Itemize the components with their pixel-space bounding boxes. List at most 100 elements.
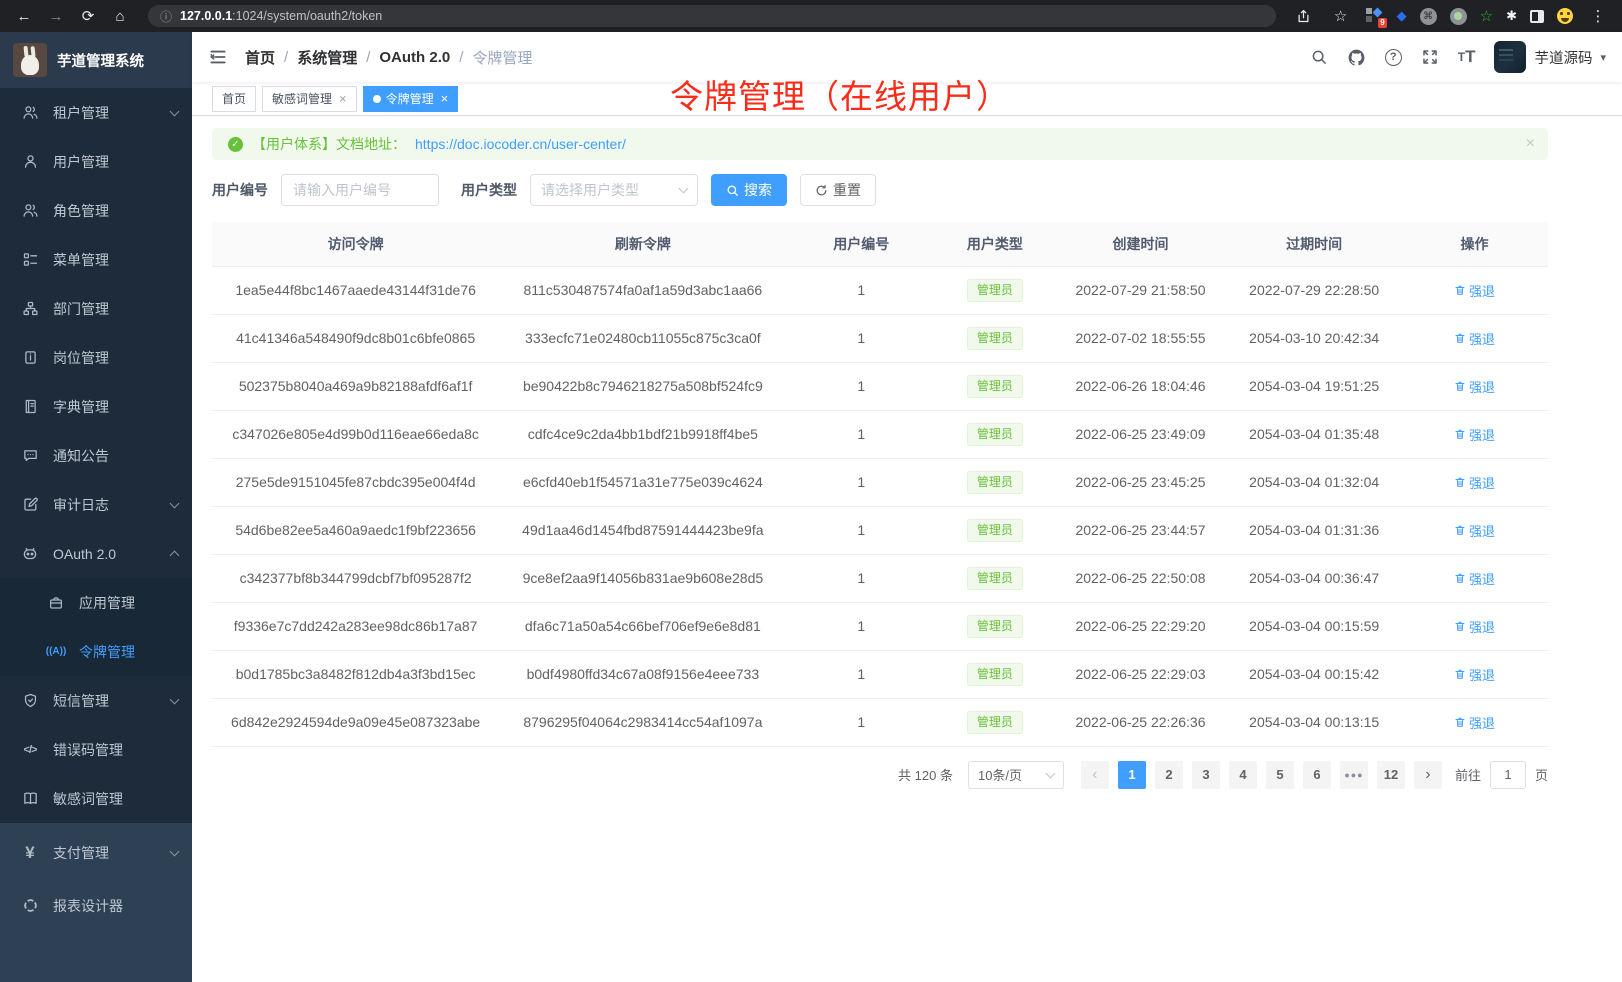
browser-menu-icon[interactable]: ⋮ (1586, 4, 1610, 28)
table-row: 41c41346a548490f9dc8b01c6bfe0865333ecfc7… (212, 314, 1548, 362)
force-logout-button[interactable]: 强退 (1454, 473, 1495, 492)
bookmark-star-icon[interactable]: ☆ (1329, 4, 1353, 28)
sidebar-item-payment[interactable]: ¥ 支付管理 (0, 826, 192, 879)
force-logout-button[interactable]: 强退 (1454, 713, 1495, 732)
reload-icon[interactable]: ⟳ (76, 4, 100, 28)
sidebar-item-user[interactable]: 用户管理 (0, 137, 192, 186)
command-extension-icon[interactable]: ⌘ (1420, 8, 1437, 25)
pager-page-button-5[interactable]: 5 (1266, 761, 1294, 789)
force-logout-button[interactable]: 强退 (1454, 329, 1495, 348)
font-size-icon[interactable]: TT (1458, 47, 1476, 67)
force-logout-button[interactable]: 强退 (1454, 521, 1495, 540)
edit-log-icon (20, 496, 40, 513)
sidebar-item-label: 租户管理 (53, 103, 109, 123)
sidebar-item-notice[interactable]: 通知公告 (0, 431, 192, 480)
user-id-cell: 1 (786, 698, 936, 746)
action-cell: 强退 (1401, 458, 1548, 506)
pager-prev-button[interactable]: ‹ (1081, 761, 1109, 789)
sidebar-item-tenant[interactable]: 租户管理 (0, 88, 192, 137)
user-type-cell: 管理员 (936, 554, 1054, 602)
tag-token-management[interactable]: 令牌管理 × (363, 86, 459, 112)
home-icon[interactable]: ⌂ (108, 4, 132, 28)
pager-next-button[interactable]: › (1414, 761, 1442, 789)
sidebar-item-sensitive-words[interactable]: 敏感词管理 (0, 774, 192, 823)
sidebar-item-dept[interactable]: 部门管理 (0, 284, 192, 333)
github-icon[interactable] (1347, 48, 1366, 67)
sidebar-item-token-management[interactable]: ((A)) 令牌管理 (0, 627, 192, 676)
extension-grid-icon[interactable]: 9 (1366, 8, 1384, 24)
robot-icon (20, 545, 40, 563)
alert-doc-link[interactable]: https://doc.iocoder.cn/user-center/ (415, 136, 626, 152)
side-panel-icon[interactable] (1530, 10, 1544, 23)
signal-icon: ((A)) (46, 646, 66, 657)
pager-page-button-4[interactable]: 4 (1229, 761, 1257, 789)
refresh-token-cell: 333ecfc71e02480cb11055c875c3ca0f (499, 314, 786, 362)
pager-page-button-3[interactable]: 3 (1192, 761, 1220, 789)
create-time-cell: 2022-07-02 18:55:55 (1054, 314, 1228, 362)
sidebar-item-post[interactable]: 岗位管理 (0, 333, 192, 382)
user-menu[interactable]: 芋道源码 ▾ (1494, 41, 1606, 73)
search-icon[interactable] (1310, 48, 1328, 66)
sidebar-item-menu[interactable]: 菜单管理 (0, 235, 192, 284)
flower-extension-icon[interactable]: ✱ (1506, 8, 1517, 24)
sidebar-item-label: 部门管理 (53, 299, 109, 319)
sidebar-item-sms[interactable]: 短信管理 (0, 676, 192, 725)
refresh-token-cell: 49d1aa46d1454fbd87591444423be9fa (499, 506, 786, 554)
breadcrumb-home[interactable]: 首页 (245, 47, 275, 68)
green-star-extension-icon[interactable]: ☆ (1480, 7, 1493, 25)
access-token-cell: 275e5de9151045fe87cbdc395e004f4d (212, 458, 499, 506)
user-type-select[interactable]: 请选择用户类型 (530, 174, 698, 206)
user-type-cell: 管理员 (936, 362, 1054, 410)
reset-button[interactable]: 重置 (800, 174, 876, 206)
create-time-cell: 2022-06-25 22:50:08 (1054, 554, 1228, 602)
user-type-cell: 管理员 (936, 650, 1054, 698)
site-info-icon[interactable]: ⓘ (160, 8, 172, 25)
force-logout-button[interactable]: 强退 (1454, 425, 1495, 444)
close-icon[interactable]: × (441, 91, 449, 106)
sidebar-item-dict[interactable]: 字典管理 (0, 382, 192, 431)
sidebar-menu: 租户管理 用户管理 角色管理 菜单管理 部门管理 (0, 88, 192, 823)
action-cell: 强退 (1401, 314, 1548, 362)
close-icon[interactable]: × (339, 91, 347, 106)
tag-home[interactable]: 首页 (212, 86, 256, 112)
pager-page-button-1[interactable]: 1 (1118, 761, 1146, 789)
search-button[interactable]: 搜索 (711, 174, 787, 206)
sidebar-item-report-designer[interactable]: 报表设计器 (0, 879, 192, 932)
pager-more-button[interactable]: ●●● (1340, 761, 1368, 789)
gem-extension-icon[interactable]: ◆ (1397, 8, 1407, 24)
chevron-down-icon (1046, 768, 1056, 778)
goto-page-input[interactable] (1490, 761, 1526, 789)
pager-page-button-12[interactable]: 12 (1377, 761, 1405, 789)
user-type-cell: 管理员 (936, 698, 1054, 746)
address-bar[interactable]: ⓘ 127.0.0.1:1024/system/oauth2/token (148, 5, 1276, 27)
share-icon[interactable] (1292, 4, 1316, 28)
app-title: 芋道管理系统 (57, 50, 144, 71)
forward-icon[interactable]: → (44, 4, 68, 28)
force-logout-button[interactable]: 强退 (1454, 665, 1495, 684)
help-icon[interactable]: ? (1385, 49, 1402, 66)
recorder-extension-icon[interactable] (1450, 8, 1467, 25)
alert-close-icon[interactable]: × (1526, 135, 1535, 153)
back-icon[interactable]: ← (12, 4, 36, 28)
sidebar-item-app-management[interactable]: 应用管理 (0, 578, 192, 627)
fullscreen-icon[interactable] (1421, 48, 1439, 66)
page-size-select[interactable]: 10条/页 (968, 761, 1064, 789)
sidebar-item-audit-log[interactable]: 审计日志 (0, 480, 192, 529)
sidebar-item-role[interactable]: 角色管理 (0, 186, 192, 235)
force-logout-button[interactable]: 强退 (1454, 377, 1495, 396)
pager-page-button-6[interactable]: 6 (1303, 761, 1331, 789)
emoji-extension-icon[interactable] (1557, 8, 1573, 24)
pager-page-button-2[interactable]: 2 (1155, 761, 1183, 789)
user-id-input[interactable] (281, 174, 439, 206)
sidebar-item-oauth2[interactable]: OAuth 2.0 (0, 529, 192, 578)
sidebar-item-error-code[interactable]: </> 错误码管理 (0, 725, 192, 774)
access-token-cell: c342377bf8b344799dcbf7bf095287f2 (212, 554, 499, 602)
force-logout-button[interactable]: 强退 (1454, 617, 1495, 636)
col-refresh-token: 刷新令牌 (499, 222, 786, 266)
force-logout-button[interactable]: 强退 (1454, 569, 1495, 588)
tag-sensitive-words[interactable]: 敏感词管理 × (262, 86, 357, 112)
force-logout-button[interactable]: 强退 (1454, 281, 1495, 300)
expire-time-cell: 2054-03-10 20:42:34 (1227, 314, 1401, 362)
sidebar-collapse-icon[interactable] (208, 47, 228, 67)
refresh-token-cell: cdfc4ce9c2da4bb1bdf21b9918ff4be5 (499, 410, 786, 458)
